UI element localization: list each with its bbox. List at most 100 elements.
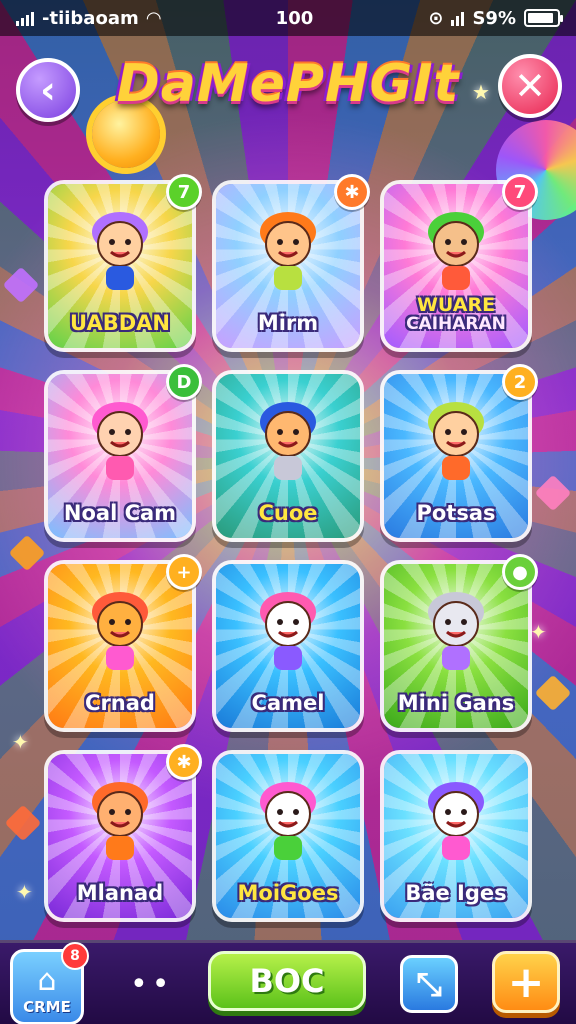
tile-background: MoiGoes <box>216 754 360 918</box>
character-illustration <box>428 402 484 480</box>
tile-background: Crnad <box>48 564 192 728</box>
home-label: CRME <box>23 998 71 1016</box>
tile-label: Mirm <box>220 312 356 334</box>
game-tile[interactable]: Cuoe <box>212 370 364 542</box>
add-button[interactable]: + <box>492 951 560 1013</box>
character-illustration <box>428 212 484 290</box>
character-illustration <box>92 782 148 860</box>
chevron-left-icon: ‹ <box>40 68 56 112</box>
tile-label-line: Bãe Iges <box>405 880 507 905</box>
tile-background: Cuoe <box>216 374 360 538</box>
sparkle-icon: ✦ <box>16 880 33 904</box>
gem-decoration <box>534 474 572 512</box>
tile-label: Bãe Iges <box>388 882 524 904</box>
tile-label: Cuoe <box>220 502 356 524</box>
tile-label-line: Potsas <box>416 500 496 525</box>
tile-badge: ✱ <box>166 744 202 780</box>
plus-icon: + <box>507 956 545 1008</box>
sparkle-icon: ✦ <box>12 730 29 754</box>
tile-label: WUARE CAIHARAN <box>388 294 524 335</box>
tile-label-line: Noal Cam <box>63 500 177 525</box>
tile-label: MoiGoes <box>220 882 356 904</box>
home-icon: ⌂ <box>37 963 57 998</box>
alarm-icon: ⊙ <box>428 7 444 29</box>
game-tile[interactable]: Bãe Iges <box>380 750 532 922</box>
game-tile[interactable]: Mini Gans ● <box>380 554 538 732</box>
header: ‹ DaMePHGIt ✕ <box>0 44 576 134</box>
game-tile[interactable]: UABDAN 7 <box>44 174 202 352</box>
status-left: -tiibaoam ◠ <box>16 8 161 29</box>
battery-icon <box>523 9 563 27</box>
clock: 100 <box>275 7 314 29</box>
game-tile[interactable]: MoiGoes <box>212 750 364 922</box>
tile-badge: ● <box>502 554 538 590</box>
gem-decoration <box>4 804 42 842</box>
game-tile[interactable]: Noal Cam D <box>44 364 202 542</box>
character-illustration <box>92 402 148 480</box>
character-illustration <box>260 212 316 290</box>
tile-label-line: Crnad <box>85 690 155 715</box>
more-dots[interactable]: •• <box>130 967 173 1002</box>
gem-decoration <box>534 674 572 712</box>
tile-label-line: Mlanad <box>76 880 164 905</box>
tile-label: UABDAN <box>52 312 188 334</box>
game-tile[interactable]: WUARE CAIHARAN 7 <box>380 174 538 352</box>
share-button[interactable]: ⤡ <box>400 955 458 1013</box>
game-tile[interactable]: Potsas 2 <box>380 364 538 542</box>
bottom-bar: ⌂ CRME 8 •• BOC ⤡ + <box>0 940 576 1024</box>
gem-decoration <box>8 534 46 572</box>
tile-badge: 7 <box>502 174 538 210</box>
tile-label-line: Cuoe <box>258 500 318 525</box>
game-grid: UABDAN 7 Mirm ✱ WUARE CAIHARAN 7 Noal Cam D Cuoe P… <box>44 174 538 922</box>
battery-fill <box>527 13 554 23</box>
tile-badge: 2 <box>502 364 538 400</box>
tile-background: Bãe Iges <box>384 754 528 918</box>
character-illustration <box>428 782 484 860</box>
notification-badge: 8 <box>61 942 89 970</box>
tile-background: UABDAN <box>48 184 192 348</box>
character-illustration <box>92 212 148 290</box>
tile-label-line: Mini Gans <box>397 690 515 715</box>
boc-button[interactable]: BOC <box>208 951 366 1011</box>
tile-label-line: WUARE <box>416 294 496 317</box>
tile-label: Mini Gans <box>388 692 524 714</box>
tile-label-line: Mirm <box>257 310 319 335</box>
tile-label-line: CAIHARAN <box>406 314 506 335</box>
game-tile[interactable]: Mlanad ✱ <box>44 744 202 922</box>
back-button[interactable]: ‹ <box>16 58 80 122</box>
share-arrow-icon: ⤡ <box>416 964 442 1003</box>
character-illustration <box>92 592 148 670</box>
tile-label-line: Camel <box>251 690 325 715</box>
tile-background: Mlanad <box>48 754 192 918</box>
battery-percent: S9% <box>472 7 516 29</box>
tile-label-line: MoiGoes <box>237 880 339 905</box>
tile-label: Camel <box>220 692 356 714</box>
gem-decoration <box>2 266 40 304</box>
status-bar: -tiibaoam ◠ 100 ⊙ S9% <box>0 0 576 36</box>
tile-background: Camel <box>216 564 360 728</box>
cell-signal-icon <box>451 10 465 26</box>
character-illustration <box>260 782 316 860</box>
character-illustration <box>428 592 484 670</box>
signal-icon <box>16 10 34 26</box>
tile-badge: D <box>166 364 202 400</box>
home-button[interactable]: ⌂ CRME 8 <box>10 942 89 1024</box>
game-tile[interactable]: Camel <box>212 560 364 732</box>
status-right: ⊙ S9% <box>428 7 563 29</box>
character-illustration <box>260 402 316 480</box>
tile-background: Potsas <box>384 374 528 538</box>
tile-background: Mirm <box>216 184 360 348</box>
tile-background: Mini Gans <box>384 564 528 728</box>
tile-badge: + <box>166 554 202 590</box>
tile-badge: 7 <box>166 174 202 210</box>
carrier-label: -tiibaoam <box>42 7 139 29</box>
tile-background: Noal Cam <box>48 374 192 538</box>
close-icon: ✕ <box>514 64 546 108</box>
game-tile[interactable]: Crnad + <box>44 554 202 732</box>
game-tile[interactable]: Mirm ✱ <box>212 174 370 352</box>
tile-label: Mlanad <box>52 882 188 904</box>
tile-badge: ✱ <box>334 174 370 210</box>
tile-label: Potsas <box>388 502 524 524</box>
close-button[interactable]: ✕ <box>498 54 562 118</box>
sparkle-icon: ✦ <box>530 620 547 644</box>
